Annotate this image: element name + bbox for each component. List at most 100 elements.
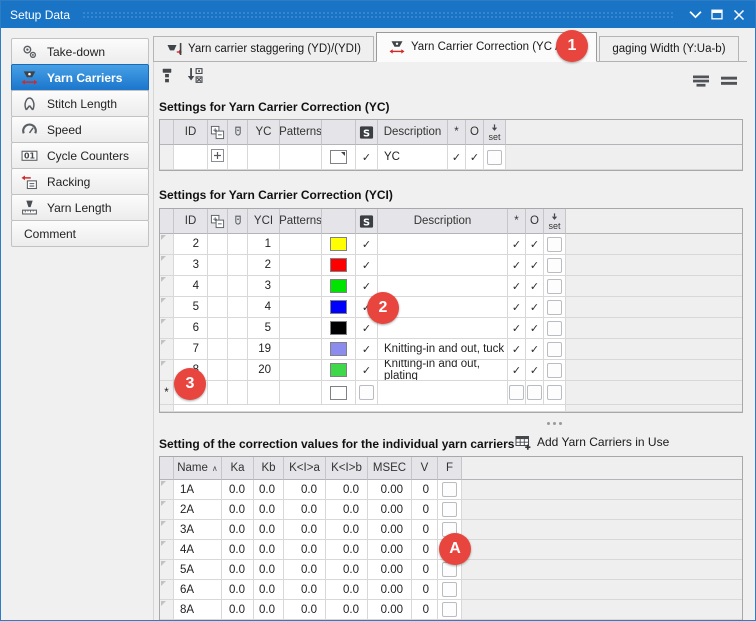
- expand-collapse-column-icon[interactable]: [208, 120, 228, 145]
- yci-cell-expand[interactable]: [208, 234, 228, 255]
- corr-cell-msec[interactable]: 0.00: [368, 500, 412, 520]
- corr-cell-name[interactable]: 6A: [174, 580, 222, 600]
- corr-cell-v[interactable]: 0: [412, 580, 438, 600]
- yci-cell-yci[interactable]: 3: [248, 276, 280, 297]
- sidebar-item-yarn-carriers[interactable]: Yarn Carriers: [11, 64, 149, 91]
- yci-header-id[interactable]: ID: [174, 209, 208, 234]
- yc-header-id[interactable]: ID: [174, 120, 208, 145]
- yc-row-selector[interactable]: [160, 145, 174, 170]
- yc-cell-star[interactable]: [448, 145, 466, 170]
- checkbox-unchecked[interactable]: [442, 502, 457, 517]
- yci-cell-o[interactable]: [526, 234, 544, 255]
- yc-header-set[interactable]: set: [484, 120, 506, 145]
- corr-cell-f[interactable]: [438, 500, 462, 520]
- yci-header-swatch[interactable]: [322, 209, 356, 234]
- yc-header-description[interactable]: Description: [378, 120, 448, 145]
- tab-yarn-carrier-staggering-yd-ydi[interactable]: Yarn carrier staggering (YD)/(YDI): [153, 36, 374, 61]
- yci-new-cell-patterns[interactable]: [280, 381, 322, 405]
- corr-cell-kib[interactable]: 0.0: [326, 580, 368, 600]
- yci-cell-star[interactable]: [508, 339, 526, 360]
- yci-cell-carrier[interactable]: [228, 297, 248, 318]
- yci-cell-swatch[interactable]: [322, 234, 356, 255]
- checkbox-unchecked[interactable]: [509, 385, 524, 400]
- yarn-carrier-column-icon[interactable]: [228, 120, 248, 145]
- yci-cell-id[interactable]: 6: [174, 318, 208, 339]
- corr-header-v[interactable]: V: [412, 457, 438, 480]
- yci-cell-carrier[interactable]: [228, 339, 248, 360]
- corr-cell-kia[interactable]: 0.0: [284, 480, 326, 500]
- yci-cell-set[interactable]: [544, 276, 566, 297]
- checkbox-unchecked[interactable]: [547, 385, 562, 400]
- corr-cell-ka[interactable]: 0.0: [222, 560, 254, 580]
- yci-new-cell-s[interactable]: [356, 381, 378, 405]
- corr-cell-msec[interactable]: 0.00: [368, 560, 412, 580]
- corr-cell-name[interactable]: 4A: [174, 540, 222, 560]
- sidebar-item-cycle-counters[interactable]: 01Cycle Counters: [11, 142, 149, 169]
- corr-cell-msec[interactable]: 0.00: [368, 540, 412, 560]
- corr-header-name[interactable]: Name∧: [174, 457, 222, 480]
- close-icon[interactable]: [731, 7, 747, 23]
- corr-header-selector[interactable]: [160, 457, 174, 480]
- corr-cell-kb[interactable]: 0.0: [254, 600, 284, 620]
- corr-cell-kb[interactable]: 0.0: [254, 540, 284, 560]
- yci-cell-yci[interactable]: 2: [248, 255, 280, 276]
- yci-cell-yci[interactable]: 4: [248, 297, 280, 318]
- yci-header-selector[interactable]: [160, 209, 174, 234]
- yci-cell-swatch[interactable]: [322, 360, 356, 381]
- yci-cell-patterns[interactable]: [280, 297, 322, 318]
- yci-cell-carrier[interactable]: [228, 255, 248, 276]
- yci-cell-o[interactable]: [526, 360, 544, 381]
- yc-expand-button[interactable]: [208, 145, 228, 170]
- corr-cell-kib[interactable]: 0.0: [326, 600, 368, 620]
- corr-cell-kb[interactable]: 0.0: [254, 580, 284, 600]
- checkbox-unchecked[interactable]: [442, 602, 457, 617]
- add-yarn-carriers-button[interactable]: Add Yarn Carriers in Use: [515, 434, 669, 450]
- checkbox-unchecked[interactable]: [547, 342, 562, 357]
- yci-cell-id[interactable]: 5: [174, 297, 208, 318]
- yci-cell-carrier[interactable]: [228, 318, 248, 339]
- corr-cell-v[interactable]: 0: [412, 520, 438, 540]
- yci-row-selector[interactable]: [160, 318, 174, 339]
- yci-cell-id[interactable]: 4: [174, 276, 208, 297]
- yci-cell-s[interactable]: [356, 360, 378, 381]
- yci-cell-expand[interactable]: [208, 360, 228, 381]
- corr-cell-v[interactable]: 0: [412, 560, 438, 580]
- yci-cell-o[interactable]: [526, 255, 544, 276]
- yci-new-cell-carrier[interactable]: [228, 381, 248, 405]
- yci-row-selector[interactable]: [160, 234, 174, 255]
- corr-cell-v[interactable]: 0: [412, 480, 438, 500]
- insert-delete-icon[interactable]: [186, 67, 204, 85]
- yc-cell-set[interactable]: [484, 145, 506, 170]
- checkbox-unchecked[interactable]: [527, 385, 542, 400]
- yci-cell-o[interactable]: [526, 339, 544, 360]
- yc-cell-carrier[interactable]: [228, 145, 248, 170]
- yc-cell-description[interactable]: YC: [378, 145, 448, 170]
- corr-header-kb[interactable]: Kb: [254, 457, 284, 480]
- yci-cell-id[interactable]: 2: [174, 234, 208, 255]
- yci-cell-id[interactable]: 7: [174, 339, 208, 360]
- yci-cell-set[interactable]: [544, 318, 566, 339]
- yci-cell-patterns[interactable]: [280, 255, 322, 276]
- yci-cell-yci[interactable]: 20: [248, 360, 280, 381]
- yci-cell-description[interactable]: [378, 318, 508, 339]
- yc-header-star[interactable]: *: [448, 120, 466, 145]
- yci-cell-description[interactable]: [378, 234, 508, 255]
- yci-cell-set[interactable]: [544, 339, 566, 360]
- corr-row-selector[interactable]: [160, 580, 174, 600]
- yci-cell-swatch[interactable]: [322, 297, 356, 318]
- yci-cell-expand[interactable]: [208, 318, 228, 339]
- yci-cell-star[interactable]: [508, 234, 526, 255]
- corr-cell-name[interactable]: 5A: [174, 560, 222, 580]
- yci-row-selector[interactable]: [160, 339, 174, 360]
- yci-cell-description[interactable]: Knitting-in and out, plating: [378, 360, 508, 381]
- yci-new-cell-description[interactable]: [378, 381, 508, 405]
- corr-cell-f[interactable]: [438, 480, 462, 500]
- corr-cell-kb[interactable]: 0.0: [254, 560, 284, 580]
- yc-cell-yc[interactable]: [248, 145, 280, 170]
- layout-rows-icon[interactable]: [693, 72, 711, 90]
- checkbox-unchecked[interactable]: [547, 258, 562, 273]
- corr-cell-kia[interactable]: 0.0: [284, 560, 326, 580]
- corr-header-ka[interactable]: Ka: [222, 457, 254, 480]
- expand-collapse-column-icon[interactable]: [208, 209, 228, 234]
- yci-header-patterns[interactable]: Patterns: [280, 209, 322, 234]
